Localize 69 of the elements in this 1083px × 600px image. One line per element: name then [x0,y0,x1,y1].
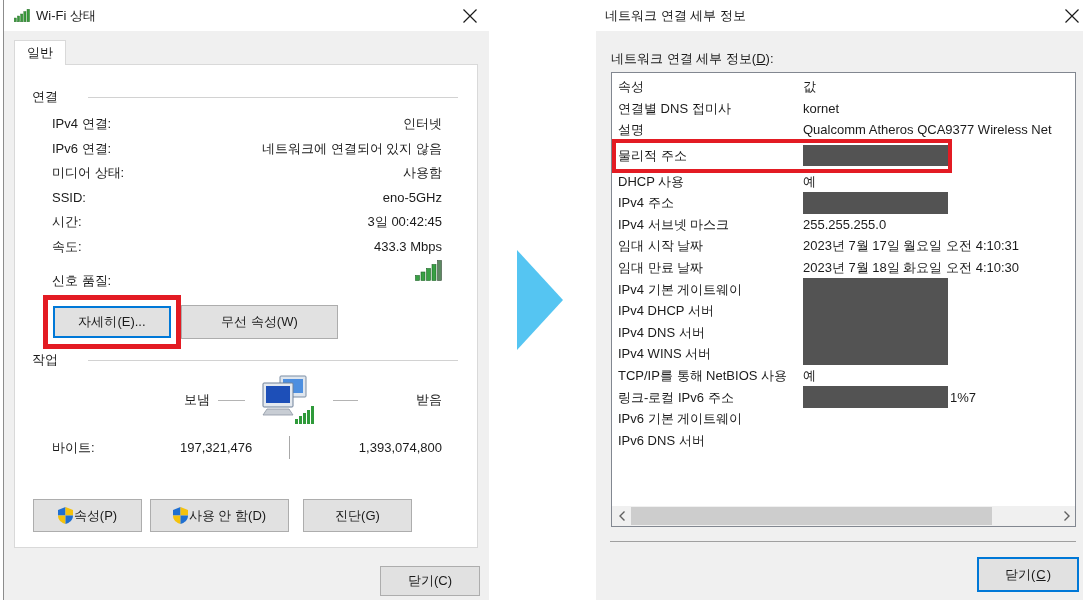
field-label: 시간: [52,214,82,231]
byte-count: 1,393,074,800 [358,440,442,456]
field-label: 신호 품질: [52,273,112,289]
received-label: 받음 [416,392,442,408]
property-name: 물리적 주소 [618,148,687,164]
byte-count: 197,321,476 [180,440,253,456]
property-name: 설명 [618,122,644,138]
property-value: Qualcomm Atheros QCA9377 Wireless Net [803,122,1052,138]
property-name: IPv6 기본 게이트웨이 [618,411,743,427]
property-name: 링크-로컬 IPv6 주소 [618,389,734,405]
chevron-right-icon[interactable] [1063,511,1070,521]
window-title: 네트워크 연결 세부 정보 [605,7,746,24]
field-value: eno-5GHz [382,189,442,206]
details-button[interactable]: 자세히(E)... [53,306,171,338]
property-name: IPv4 서브넷 마스크 [618,216,730,232]
property-value: kornet [803,100,840,116]
property-name: IPv4 기본 게이트웨이 [618,281,743,297]
property-name: DHCP 사용 [618,173,685,189]
close-icon[interactable] [463,8,477,23]
property-name: 임대 만료 날짜 [618,260,704,276]
wireless-properties-button[interactable]: 무선 속성(W) [181,305,338,339]
field-label: IPv4 연결: [52,116,112,133]
column-header: 속성 [618,79,644,95]
close-icon[interactable] [1065,8,1079,23]
property-value: 2023년 7월 17일 월요일 오전 4:10:31 [803,238,1020,254]
property-value: 예 [803,368,816,383]
property-value: 255.255.255.0 [803,216,887,232]
window-title: Wi-Fi 상태 [36,7,96,24]
connector-line [218,399,245,401]
section-heading: 작업 [32,352,58,368]
scrollbar-thumb[interactable] [631,507,992,525]
section-heading: 연결 [32,89,58,105]
field-label: IPv6 연결: [52,140,112,157]
close-button[interactable]: 닫기(C) [380,566,480,596]
field-value: 433.3 Mbps [374,238,442,255]
field-label: 미디어 상태: [52,165,125,182]
property-name: IPv4 DHCP 서버 [618,303,714,319]
property-name: IPv6 DNS 서버 [618,432,705,448]
property-name: TCP/IP를 통해 NetBIOS 사용 [618,368,788,383]
chevron-left-icon[interactable] [618,511,625,521]
connector-line [333,399,358,401]
signal-bars-icon [415,260,442,281]
property-name: IPv4 WINS 서버 [618,346,712,362]
right-arrow-icon [517,250,563,350]
property-value: 예 [803,173,816,189]
column-header: 값 [803,79,816,95]
network-computers-icon [262,375,316,425]
property-value: 1%7 [950,389,977,405]
property-name: IPv4 DNS 서버 [618,324,705,340]
field-label: 속도: [52,238,82,255]
field-value: 네트워크에 연결되어 있지 않음 [262,140,442,157]
field-label: SSID: [52,189,86,206]
field-value: 인터넷 [403,116,442,133]
property-name: 연결별 DNS 접미사 [618,100,731,116]
field-value: 3일 00:42:45 [367,214,442,231]
property-name: 임대 시작 날짜 [618,238,704,254]
property-name: IPv4 주소 [618,195,674,211]
field-label: 바이트: [52,440,95,456]
disable-button[interactable]: 사용 안 함(D) [150,499,289,532]
property-value: 2023년 7월 18일 화요일 오전 4:10:30 [803,260,1020,276]
list-label: 네트워크 연결 세부 정보(D): [611,51,774,67]
horizontal-scrollbar[interactable] [612,506,1075,526]
close-button[interactable]: 닫기(C) [977,557,1079,592]
diagnose-button[interactable]: 진단(G) [303,499,412,532]
sent-label: 보냄 [184,392,210,408]
field-value: 사용함 [403,165,442,182]
properties-button[interactable]: 속성(P) [33,499,142,532]
signal-bars-icon [14,9,30,22]
tab[interactable]: 일반 [14,40,66,65]
